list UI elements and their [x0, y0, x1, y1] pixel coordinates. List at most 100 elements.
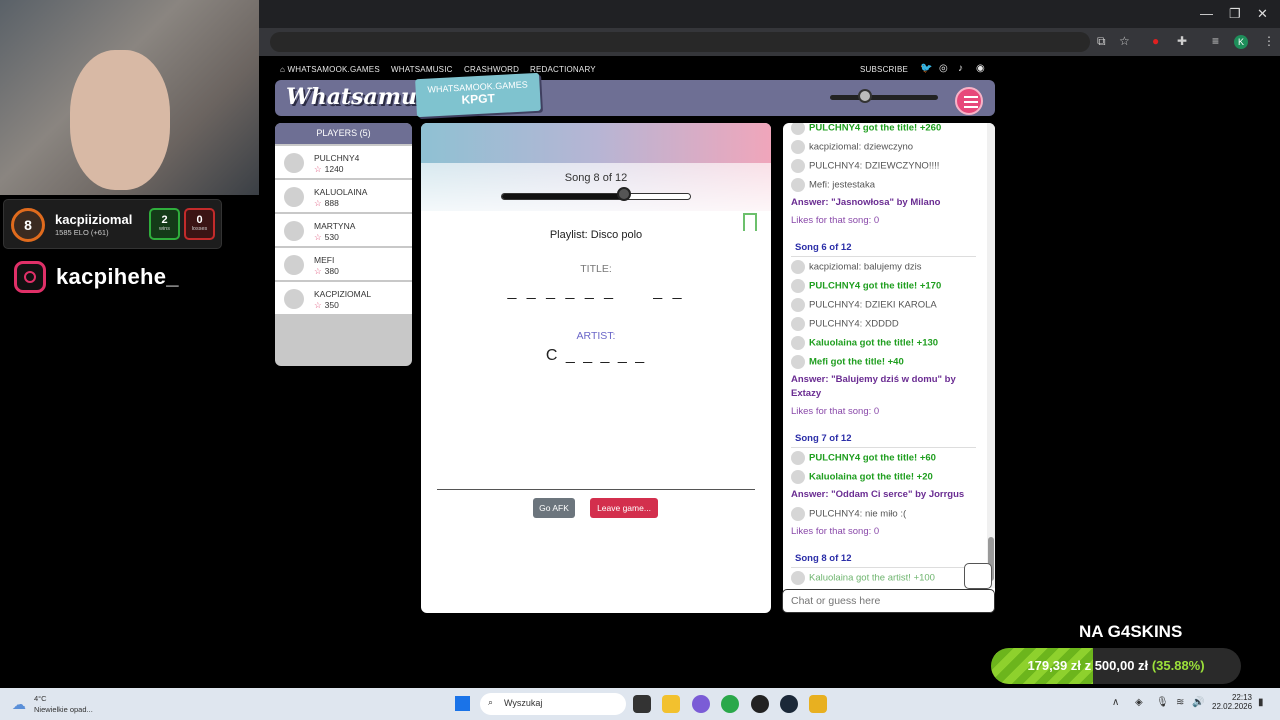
nav-link-whatsamusic[interactable]: WHATSAMUSIC	[391, 65, 453, 74]
player-row: KALUOLAINA ☆ 888	[275, 180, 412, 212]
chrome-icon[interactable]	[721, 695, 739, 713]
twitter-icon[interactable]: 🐦	[920, 63, 933, 74]
chat-message: PULCHNY4: DZIEKI KAROLA	[791, 298, 937, 312]
media-icon[interactable]: ≡	[1212, 34, 1219, 48]
chat-song-header: Song 7 of 12	[795, 433, 852, 444]
profile-avatar[interactable]: K	[1234, 35, 1248, 49]
chat-answer: Answer: "Balujemy dziś w domu" by	[791, 374, 956, 385]
chat-message: PULCHNY4 got the title! +60	[791, 451, 936, 465]
streamer-face	[70, 50, 170, 190]
players-header: PLAYERS (5)	[275, 123, 412, 144]
subscribe-link[interactable]: SUBSCRIBE	[860, 65, 908, 74]
song-progress-bar	[501, 193, 691, 200]
bookmark-star-icon[interactable]: ☆	[1119, 34, 1130, 48]
promo-progress-bar: 179,39 zł z 500,00 zł (35.88%)	[991, 648, 1241, 684]
taskbar-search[interactable]: ⌕ Wyszukaj	[480, 693, 626, 715]
nav-link-redactionary[interactable]: REDACTIONARY	[530, 65, 596, 74]
chat-message: Mefi got the title! +40	[791, 355, 904, 369]
tray-icon[interactable]: ◈	[1135, 697, 1143, 708]
player-score: ☆ 888	[314, 198, 339, 208]
artist-label: ARTIST:	[576, 330, 616, 342]
player-row: KACPIZIOMAL ☆ 350	[275, 282, 412, 314]
timer-icon	[617, 187, 631, 201]
chat-message: Likes for that song: 0	[791, 526, 880, 537]
like-button[interactable]	[964, 563, 992, 589]
chat-scrollbar[interactable]	[987, 123, 995, 588]
avatar	[791, 470, 805, 484]
microphone-icon[interactable]: 🎙	[1156, 697, 1169, 708]
instagram-icon	[14, 261, 46, 293]
player-name: KALUOLAINA	[314, 187, 368, 197]
player-score: ☆ 1240	[314, 164, 344, 174]
avatar	[791, 298, 805, 312]
chat-song-header: Song 6 of 12	[795, 242, 852, 253]
chat-answer: Extazy	[791, 388, 822, 399]
chat-message: Likes for that song: 0	[791, 406, 880, 417]
obs-icon[interactable]	[751, 695, 769, 713]
address-bar[interactable]	[270, 32, 1090, 52]
minimize-icon[interactable]: —	[1200, 6, 1213, 21]
chat-message: Likes for that song: 0	[791, 215, 880, 226]
start-icon[interactable]	[455, 696, 470, 711]
chat-message: PULCHNY4: nie miło :(	[791, 507, 906, 521]
translate-icon[interactable]: ⧉	[1097, 34, 1106, 49]
player-score: ☆ 530	[314, 232, 339, 242]
divider	[791, 567, 976, 568]
avatar	[791, 123, 805, 135]
taskbar-clock[interactable]: 22:13 22.02.2026	[1212, 693, 1252, 711]
players-panel: PLAYERS (5) PULCHNY4 ☆ 1240 KALUOLAINA ☆ 888 M…	[275, 123, 412, 366]
title-label: TITLE:	[580, 263, 612, 275]
divider	[437, 489, 755, 490]
star-icon: ☆	[314, 300, 322, 310]
divider	[791, 256, 976, 257]
tray-chevron-icon[interactable]: ∧	[1112, 697, 1119, 708]
nav-link-crashword[interactable]: CRASHWORD	[464, 65, 519, 74]
extensions-puzzle-icon[interactable]: ✚	[1177, 34, 1187, 48]
app-icon[interactable]	[809, 695, 827, 713]
elo-value: 1585 ELO (+61)	[55, 228, 109, 237]
discord-app-icon[interactable]	[692, 695, 710, 713]
volume-slider[interactable]	[830, 95, 938, 100]
chat-messages[interactable]: PULCHNY4 got the title! +260 kacpiziomal:…	[783, 123, 983, 588]
room-code-badge: WHATSAMOOK.GAMES KPGT	[415, 72, 541, 118]
extension-icon[interactable]: ●	[1152, 34, 1159, 48]
tiktok-icon[interactable]: ♪	[958, 63, 963, 74]
wifi-icon[interactable]: ≋	[1176, 697, 1184, 708]
chat-message: kacpiziomal: balujemy dzis	[791, 260, 921, 274]
chat-message: PULCHNY4 got the title! +260	[791, 123, 941, 135]
player-score: ☆ 350	[314, 300, 339, 310]
browser-tab-bar	[259, 0, 1280, 28]
wins-counter: 2 wins	[149, 208, 180, 240]
close-icon[interactable]: ✕	[1257, 6, 1268, 22]
go-afk-button[interactable]: Go AFK	[533, 498, 575, 518]
nav-home-link[interactable]: ⌂ WHATSAMOOK.GAMES	[280, 65, 380, 74]
leave-game-button[interactable]: Leave game...	[590, 498, 658, 518]
task-view-icon[interactable]	[633, 695, 651, 713]
instagram-icon[interactable]: ◎	[939, 63, 948, 74]
avatar	[791, 571, 805, 585]
chat-message: PULCHNY4: XDDDD	[791, 317, 899, 331]
chat-panel: PULCHNY4 got the title! +260 kacpiziomal:…	[783, 123, 995, 613]
player-row: MARTYNA ☆ 530	[275, 214, 412, 246]
chat-input[interactable]	[782, 589, 995, 613]
avatar	[791, 260, 805, 274]
browser-menu-icon[interactable]: ⋮	[1263, 34, 1275, 48]
player-score: ☆ 380	[314, 266, 339, 276]
player-row: MEFI ☆ 380	[275, 248, 412, 280]
volume-icon[interactable]: 🔊	[1192, 697, 1204, 708]
steam-icon[interactable]	[780, 695, 798, 713]
maximize-icon[interactable]: ❐	[1229, 6, 1241, 22]
chat-answer: Answer: "Jasnowłosa" by Milano	[791, 197, 941, 208]
avatar	[284, 221, 304, 241]
hamburger-menu-button[interactable]	[955, 87, 983, 115]
divider	[791, 447, 976, 448]
file-explorer-icon[interactable]	[662, 695, 680, 713]
search-icon: ⌕	[488, 697, 494, 707]
chat-message: PULCHNY4: DZIEWCZYNO!!!!	[791, 159, 939, 173]
avatar	[284, 289, 304, 309]
chat-message: PULCHNY4 got the title! +170	[791, 279, 941, 293]
star-icon: ☆	[314, 232, 322, 242]
avatar	[791, 279, 805, 293]
discord-icon[interactable]: ◉	[976, 63, 985, 74]
notification-icon[interactable]: ▮	[1258, 697, 1264, 708]
